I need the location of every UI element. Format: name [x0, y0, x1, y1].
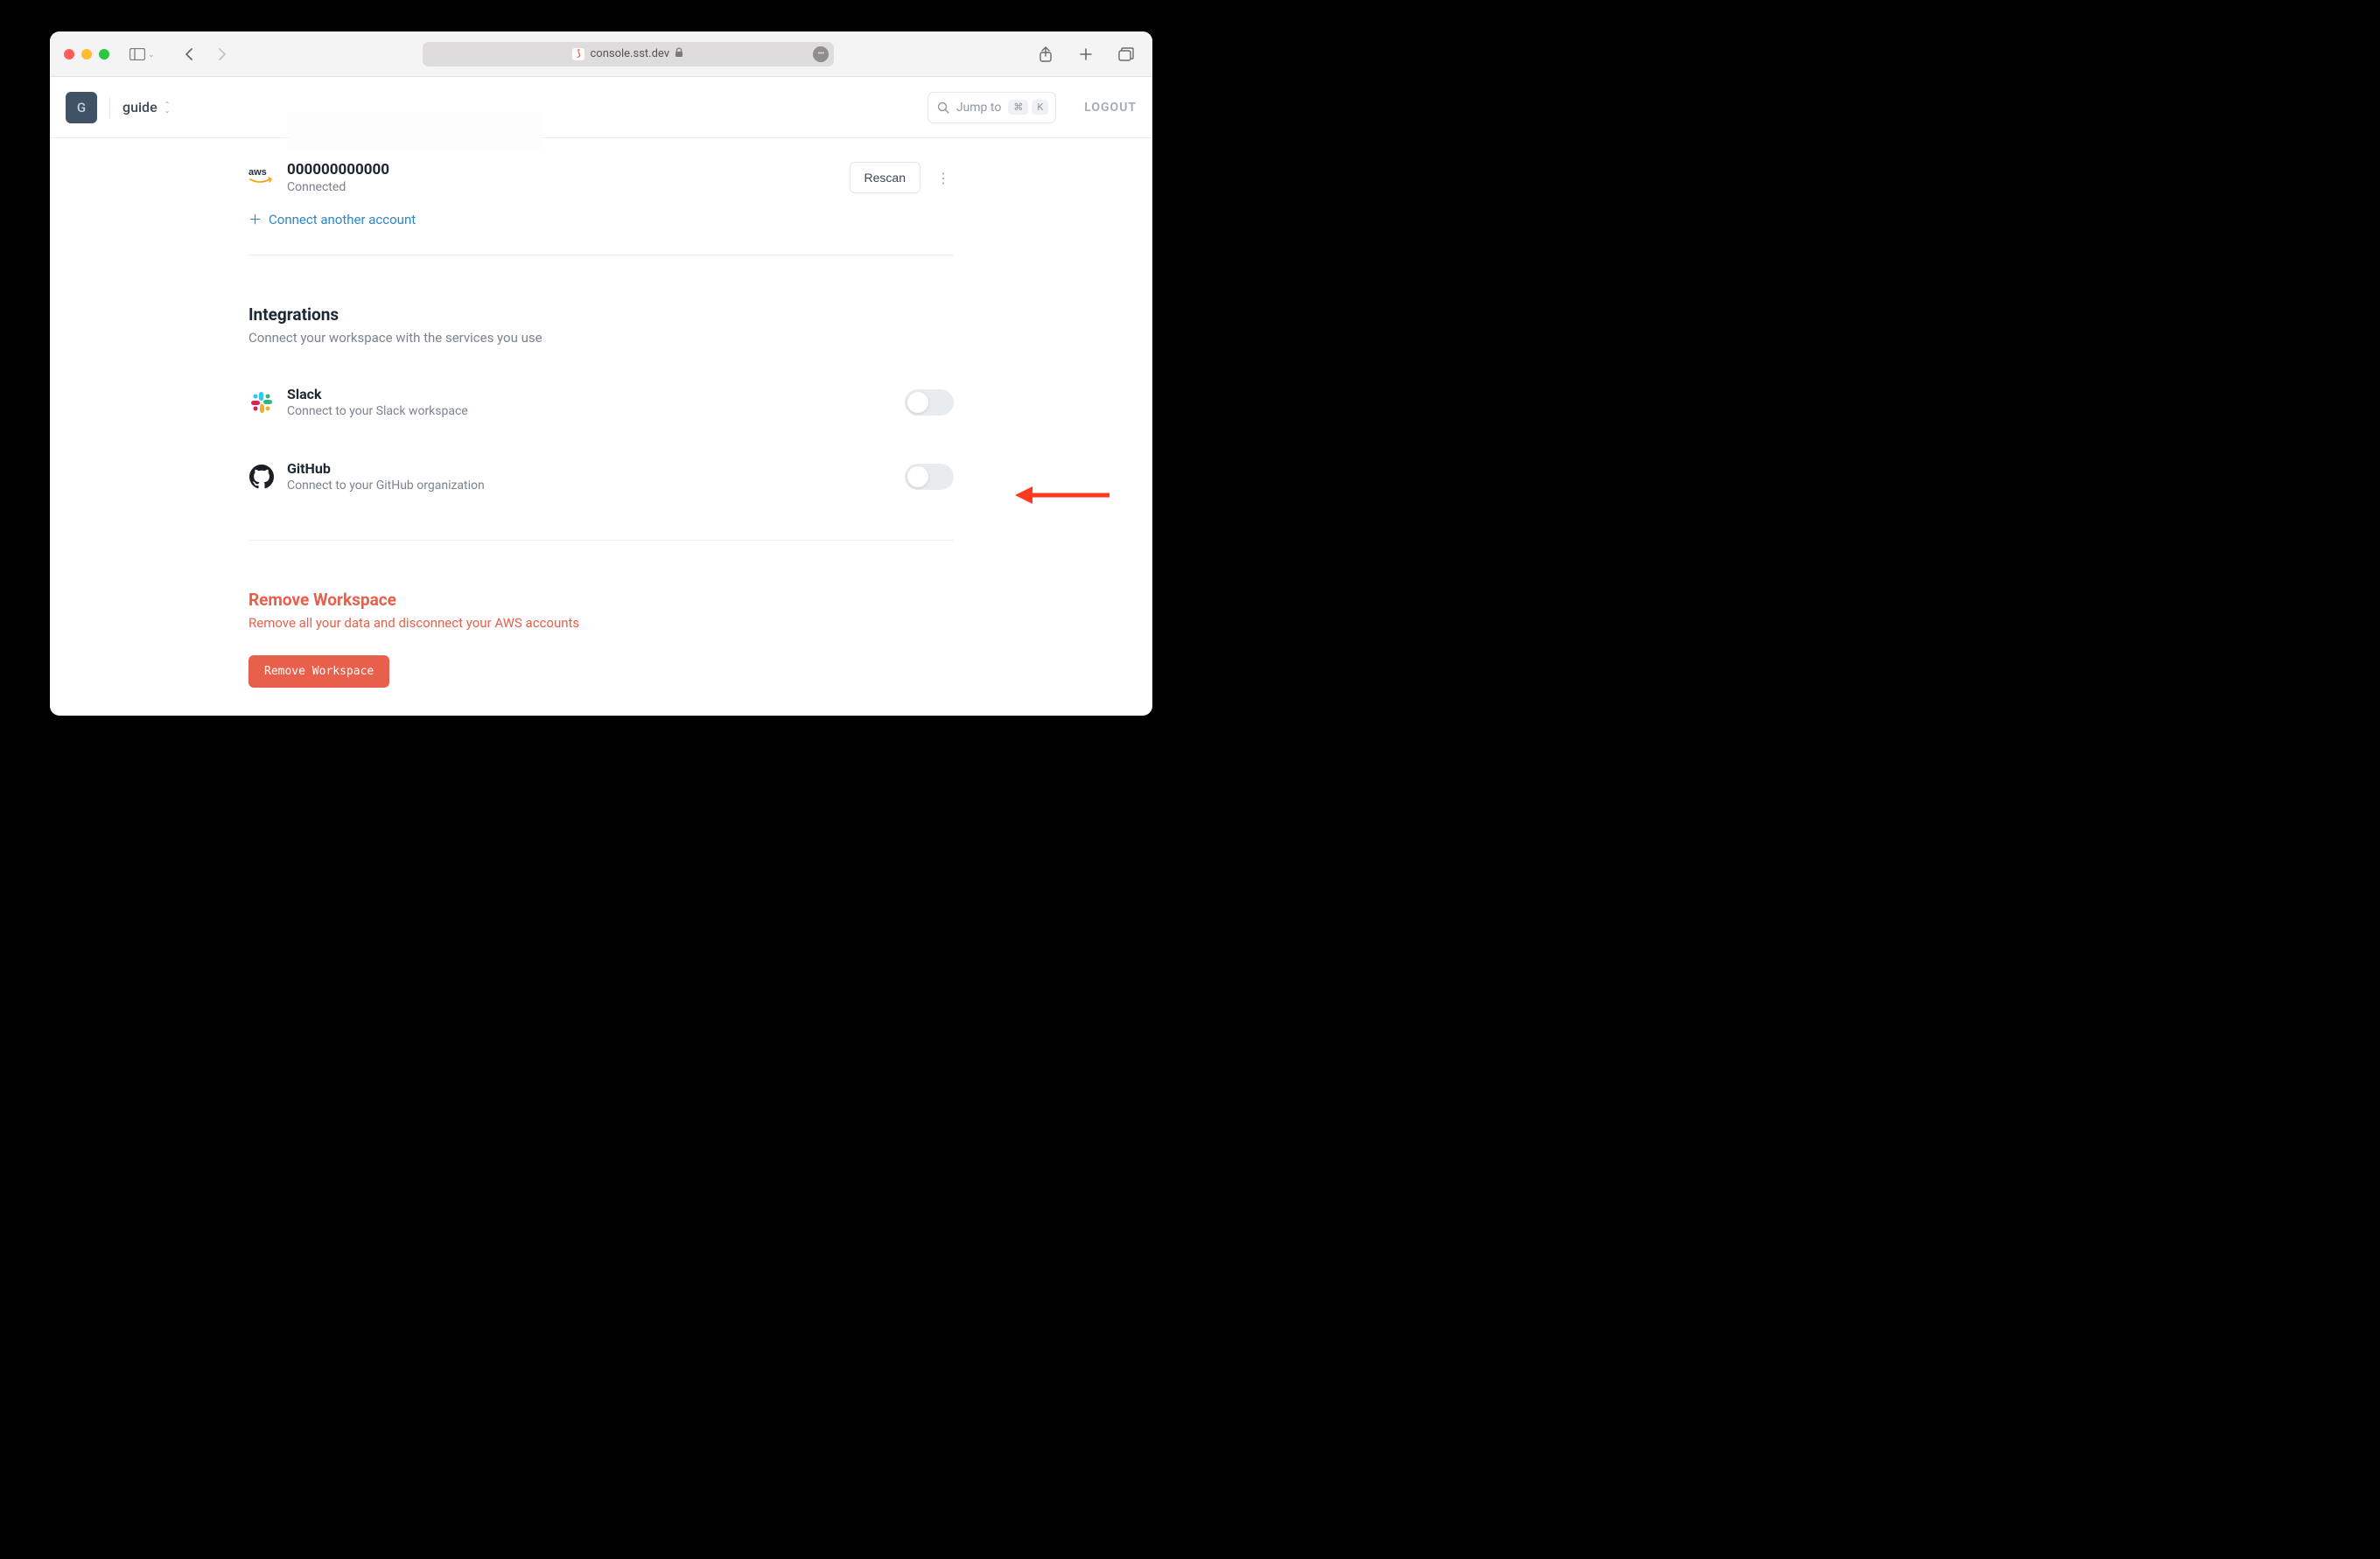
- remove-workspace-title: Remove Workspace: [248, 590, 954, 610]
- slack-toggle[interactable]: [905, 389, 954, 416]
- chevron-down-icon[interactable]: ⌄: [148, 51, 155, 59]
- lock-icon: [675, 47, 683, 60]
- github-icon: [248, 464, 275, 490]
- workspace-avatar[interactable]: G: [66, 92, 97, 123]
- account-menu-icon[interactable]: ⋮: [933, 170, 954, 186]
- connect-another-account-link[interactable]: ＋ Connect another account: [248, 210, 954, 255]
- github-title: GitHub: [287, 460, 485, 477]
- new-tab-icon[interactable]: [1074, 42, 1098, 66]
- page-content: aws 000000000000 Connected Rescan ⋮ ＋ Co…: [50, 138, 1152, 716]
- keyboard-shortcut: ⌘ K: [1008, 100, 1048, 115]
- integrations-section: Integrations Connect your workspace with…: [248, 255, 954, 514]
- close-window-icon[interactable]: [64, 49, 74, 59]
- workspace-switcher[interactable]: guide ⌃⌄: [122, 99, 170, 115]
- plus-icon: ＋: [248, 210, 262, 228]
- back-button[interactable]: [178, 42, 202, 66]
- github-toggle[interactable]: [905, 464, 954, 490]
- logout-button[interactable]: LOGOUT: [1084, 101, 1137, 115]
- svg-text:aws: aws: [248, 167, 267, 178]
- aws-icon: aws: [248, 166, 276, 189]
- integration-slack-row: Slack Connect to your Slack workspace: [248, 365, 954, 439]
- traffic-lights: [64, 49, 109, 59]
- jump-label: Jump to: [956, 101, 1001, 115]
- aws-account-id: 000000000000: [287, 161, 389, 178]
- share-icon[interactable]: [1033, 42, 1058, 66]
- slack-subtitle: Connect to your Slack workspace: [287, 404, 468, 418]
- remove-workspace-button[interactable]: Remove Workspace: [248, 655, 389, 688]
- github-subtitle: Connect to your GitHub organization: [287, 479, 485, 493]
- redacted-block: [288, 112, 542, 150]
- select-chevrons-icon: ⌃⌄: [164, 101, 171, 114]
- sidebar-toggle-icon[interactable]: [125, 42, 150, 66]
- slack-icon: [248, 389, 275, 416]
- site-favicon-icon: ⟆: [572, 48, 584, 60]
- address-bar[interactable]: ⟆ console.sst.dev •••: [423, 42, 834, 66]
- maximize-window-icon[interactable]: [99, 49, 109, 59]
- integration-github-row: GitHub Connect to your GitHub organizati…: [248, 439, 954, 514]
- integrations-subtitle: Connect your workspace with the services…: [248, 330, 954, 346]
- rescan-button[interactable]: Rescan: [850, 162, 920, 193]
- forward-button[interactable]: [209, 42, 234, 66]
- slack-title: Slack: [287, 386, 468, 402]
- aws-account-status: Connected: [287, 180, 389, 194]
- search-icon: [937, 101, 949, 114]
- jump-to-button[interactable]: Jump to ⌘ K: [928, 92, 1056, 123]
- browser-titlebar: ⌄ ⟆ console.sst.dev •••: [50, 31, 1152, 77]
- app-header: G guide ⌃⌄ Jump to ⌘ K LOGOUT: [50, 77, 1152, 138]
- tabs-overview-icon[interactable]: [1114, 42, 1138, 66]
- workspace-name: guide: [122, 99, 158, 115]
- remove-workspace-section: Remove Workspace Remove all your data an…: [248, 541, 954, 688]
- connect-another-label: Connect another account: [269, 212, 416, 227]
- remove-workspace-subtitle: Remove all your data and disconnect your…: [248, 615, 954, 631]
- reader-more-icon[interactable]: •••: [813, 46, 829, 62]
- minimize-window-icon[interactable]: [81, 49, 92, 59]
- url-text: console.sst.dev: [590, 47, 669, 60]
- divider: [109, 97, 110, 118]
- integrations-title: Integrations: [248, 304, 954, 325]
